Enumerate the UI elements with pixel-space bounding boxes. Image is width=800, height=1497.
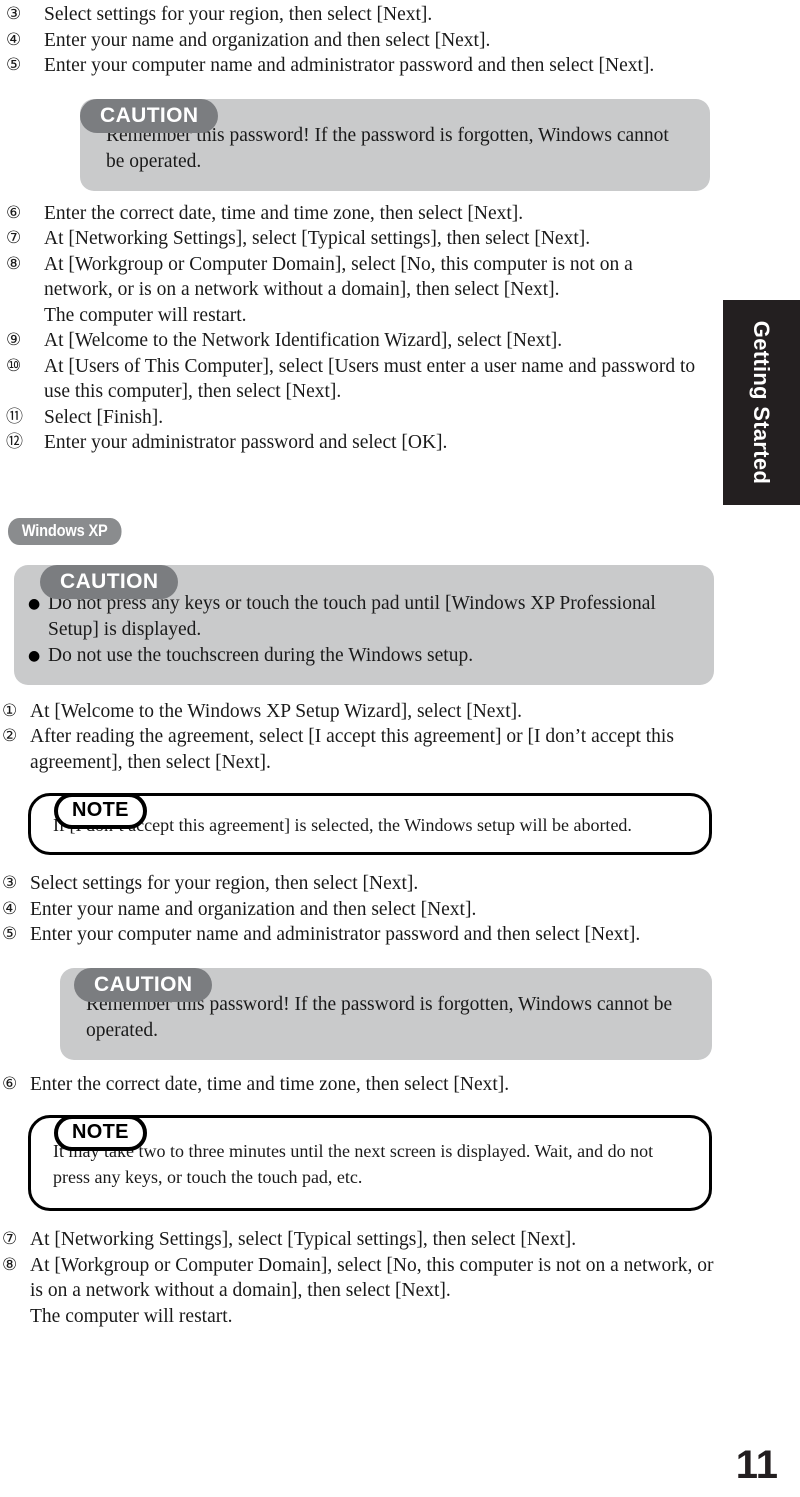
list-item: ⑩ At [Users of This Computer], select [U… [0, 354, 800, 405]
step-text: At [Welcome to the Network Identificatio… [44, 330, 563, 351]
os-badge-windows-xp: Windows XP [8, 517, 122, 545]
step-marker: ⑤ [6, 55, 22, 75]
list-item: ⑥ Enter the correct date, time and time … [2, 1072, 800, 1098]
list-item: ③ Select settings for your region, then … [0, 2, 800, 28]
note-box-agreement: NOTE If [I don’t accept this agreement] … [28, 793, 712, 856]
step-text: At [Workgroup or Computer Domain], selec… [44, 252, 800, 329]
step-text-main: At [Workgroup or Computer Domain], selec… [44, 253, 633, 301]
step-text: At [Workgroup or Computer Domain], selec… [30, 1253, 800, 1330]
step-marker: ⑫ [6, 432, 23, 452]
os-badge-wrap: Windows XP [8, 517, 800, 545]
step-text: Select settings for your region, then se… [30, 873, 419, 895]
step-list-b-6: ⑥ Enter the correct date, time and time … [2, 1072, 800, 1098]
section-windows-2000-continued: ③ Select settings for your region, then … [0, 0, 800, 456]
list-item: ⑫ Enter your administrator password and … [0, 430, 800, 456]
step-marker: ⑧ [6, 253, 22, 274]
list-item: ⑦ At [Networking Settings], select [Typi… [2, 1227, 800, 1253]
list-item: ⑤ Enter your computer name and administr… [2, 922, 800, 948]
step-text: Enter your computer name and administrat… [30, 924, 641, 946]
caution-box-password: CAUTION Remember this password! If the p… [80, 98, 710, 191]
caution-box-password-xp: CAUTION Remember this password! If the p… [60, 967, 712, 1060]
bullet-dot-icon: ● [28, 647, 41, 664]
step-marker: ⑥ [2, 1073, 18, 1094]
step-marker: ④ [6, 29, 22, 50]
caution-bullet-text: Do not use the touchscreen during the Wi… [48, 644, 474, 666]
caution-label: CAUTION [74, 967, 213, 1002]
step-text: At [Welcome to the Windows XP Setup Wiza… [30, 700, 523, 722]
step-marker: ⑦ [6, 228, 22, 248]
list-item: ⑤ Enter your computer name and administr… [0, 53, 800, 79]
note-text: It may take two to three minutes until t… [53, 1141, 654, 1188]
step-marker: ⑧ [2, 1254, 18, 1275]
step-marker: ① [2, 700, 18, 721]
list-item: ⑨ At [Welcome to the Network Identificat… [0, 328, 800, 354]
step-list-a-3-5: ③ Select settings for your region, then … [0, 2, 800, 79]
section-windows-xp: Windows XP CAUTION ● Do not press any ke… [0, 517, 800, 1330]
list-item: ● Do not use the touchscreen during the … [28, 643, 690, 669]
step-marker: ⑩ [6, 355, 22, 376]
step-marker: ⑦ [2, 1229, 18, 1250]
step-text: Enter your name and organization and the… [30, 898, 477, 920]
caution-label: CAUTION [80, 98, 219, 133]
manual-page: Getting Started 11 ③ Select settings for… [0, 0, 800, 1497]
step-text: Enter the correct date, time and time zo… [44, 202, 524, 224]
step-text: Enter your computer name and administrat… [44, 55, 655, 76]
list-item: ④ Enter your name and organization and t… [2, 897, 800, 923]
caution-bullet-list: ● Do not press any keys or touch the tou… [28, 591, 690, 669]
note-text: If [I don’t accept this agreement] is se… [53, 815, 632, 836]
list-item: ⑦ At [Networking Settings], select [Typi… [0, 226, 800, 252]
list-item: ⑥ Enter the correct date, time and time … [0, 201, 800, 227]
note-box-wait: NOTE It may take two to three minutes un… [28, 1115, 712, 1212]
list-item: ② After reading the agreement, select [I… [2, 724, 800, 775]
page-number: 11 [735, 1443, 778, 1487]
step-marker: ⑨ [6, 330, 22, 350]
step-text: At [Networking Settings], select [Typica… [30, 1229, 577, 1251]
step-text: After reading the agreement, select [I a… [30, 726, 674, 773]
step-list-a-6-12: ⑥ Enter the correct date, time and time … [0, 201, 800, 456]
step-text: Enter your name and organization and the… [44, 29, 491, 51]
list-item: ⑧ At [Workgroup or Computer Domain], sel… [0, 252, 800, 329]
step-list-b-3-5: ③ Select settings for your region, then … [2, 871, 800, 948]
step-text-main: At [Workgroup or Computer Domain], selec… [30, 1254, 714, 1302]
step-text-sub: The computer will restart. [30, 1305, 233, 1327]
note-label: NOTE [54, 1115, 147, 1152]
list-item: ⑪ Select [Finish]. [0, 405, 800, 431]
note-label: NOTE [54, 793, 147, 830]
step-text: Enter the correct date, time and time zo… [30, 1073, 510, 1095]
list-item: ① At [Welcome to the Windows XP Setup Wi… [2, 699, 800, 725]
step-list-b-7-8: ⑦ At [Networking Settings], select [Typi… [2, 1227, 800, 1329]
step-text: Enter your administrator password and se… [44, 432, 448, 453]
step-marker: ⑤ [2, 924, 18, 945]
caution-label: CAUTION [40, 564, 179, 599]
step-marker: ⑥ [6, 202, 22, 223]
step-marker: ③ [6, 4, 22, 24]
step-marker: ② [2, 726, 18, 747]
list-item: ④ Enter your name and organization and t… [0, 28, 800, 54]
step-text: Select [Finish]. [44, 406, 164, 428]
step-marker: ④ [2, 898, 18, 919]
step-marker: ③ [2, 873, 18, 894]
caution-box-setup: CAUTION ● Do not press any keys or touch… [14, 564, 714, 685]
step-text: At [Users of This Computer], select [Use… [44, 355, 696, 403]
list-item: ③ Select settings for your region, then … [2, 871, 800, 897]
step-text: At [Networking Settings], select [Typica… [44, 228, 591, 249]
step-marker: ⑪ [6, 406, 23, 427]
list-item: ⑧ At [Workgroup or Computer Domain], sel… [2, 1253, 800, 1330]
step-text-sub: The computer will restart. [44, 304, 247, 326]
page-content: ③ Select settings for your region, then … [0, 0, 800, 1329]
step-text: Select settings for your region, then se… [44, 4, 433, 25]
step-list-b-1-2: ① At [Welcome to the Windows XP Setup Wi… [2, 699, 800, 776]
